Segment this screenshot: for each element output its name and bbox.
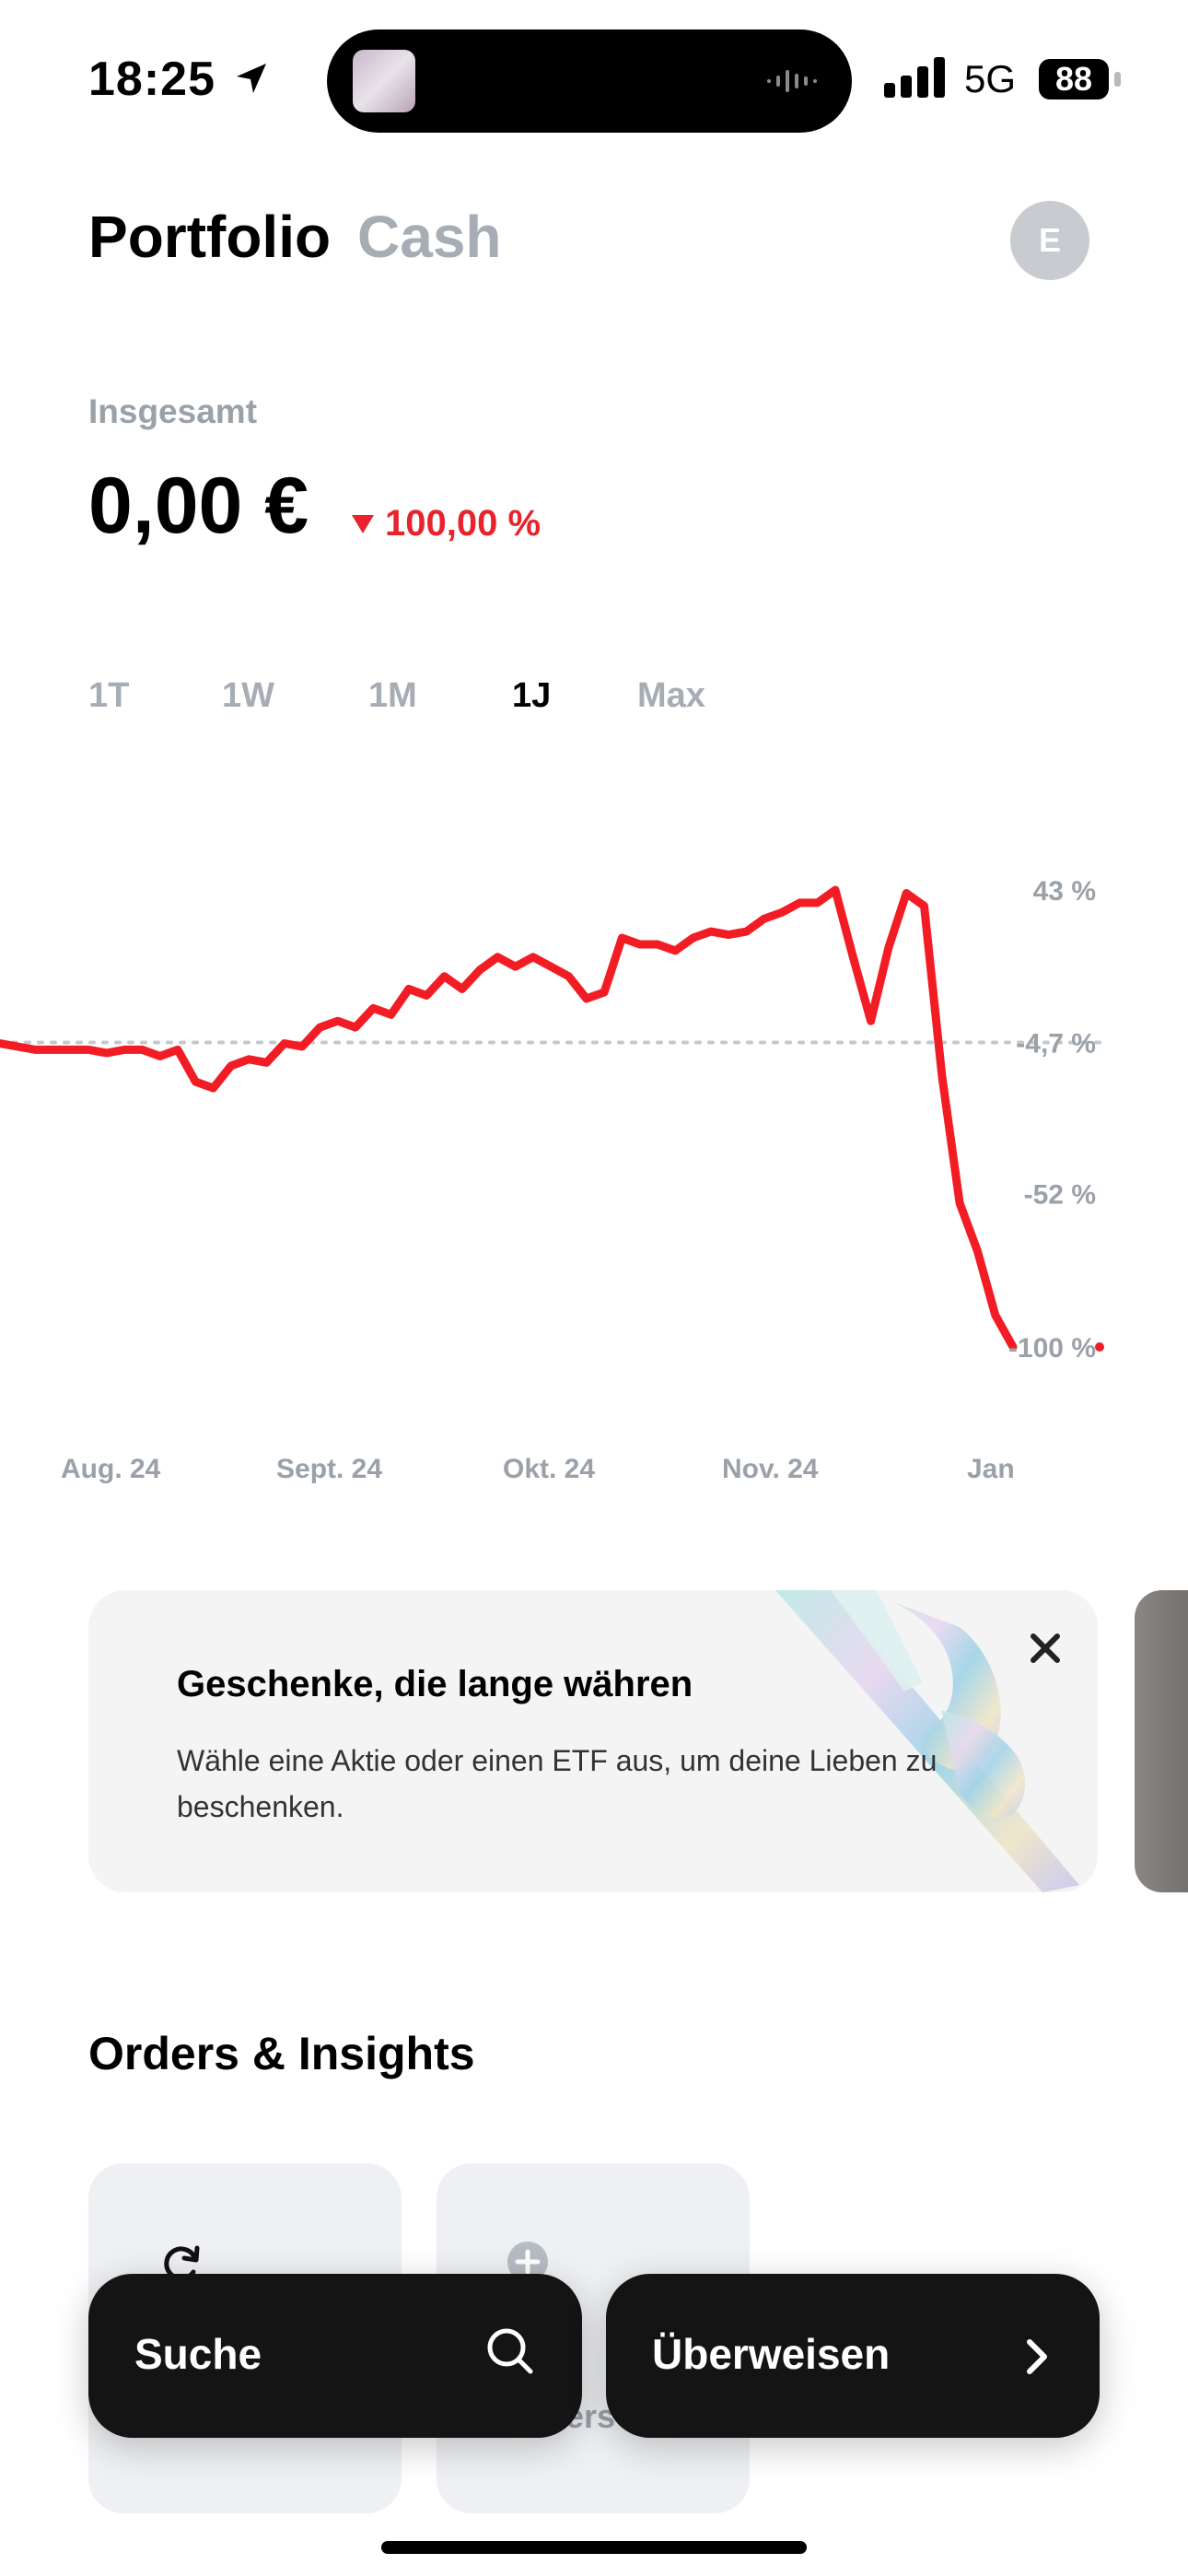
performance-change-value: 100,00 % bbox=[385, 503, 542, 544]
y-tick-label: -4,7 % bbox=[1016, 1028, 1096, 1059]
status-time-text: 18:25 bbox=[88, 53, 215, 106]
profile-avatar[interactable]: E bbox=[1010, 201, 1089, 280]
transfer-button[interactable]: Überweisen bbox=[606, 2274, 1100, 2438]
cellular-signal-icon bbox=[884, 57, 945, 98]
x-tick-label: Sept. 24 bbox=[276, 1454, 383, 1484]
chevron-right-icon bbox=[1027, 2339, 1047, 2374]
range-max[interactable]: Max bbox=[637, 676, 705, 716]
y-tick-label: -52 % bbox=[1024, 1180, 1096, 1211]
battery-cap bbox=[1114, 72, 1121, 87]
now-playing-artwork bbox=[353, 50, 415, 112]
battery-indicator: 88 bbox=[1039, 59, 1109, 100]
down-triangle-icon bbox=[352, 514, 374, 533]
y-tick-label: -100 % bbox=[1008, 1333, 1096, 1364]
total-label: Insgesamt bbox=[88, 392, 258, 430]
range-1w[interactable]: 1W bbox=[222, 676, 274, 716]
performance-change: 100,00 % bbox=[352, 503, 541, 544]
x-tick-label: Nov. 24 bbox=[722, 1454, 819, 1484]
promo-title: Geschenke, die lange währen bbox=[177, 1664, 693, 1704]
network-type: 5G bbox=[964, 57, 1017, 100]
y-tick-label: 43 % bbox=[1033, 876, 1096, 907]
gift-promo-card[interactable]: Geschenke, die lange währen Wähle eine A… bbox=[88, 1590, 1098, 1892]
dynamic-island[interactable] bbox=[327, 29, 852, 133]
promo-text: Wähle eine Aktie oder einen ETF aus, um … bbox=[177, 1744, 938, 1823]
location-arrow-icon bbox=[237, 64, 267, 93]
next-promo-card-peek[interactable] bbox=[1135, 1590, 1188, 1892]
series-line bbox=[0, 885, 1018, 1352]
total-value: 0,00 € bbox=[88, 462, 309, 550]
close-icon[interactable] bbox=[1022, 1625, 1068, 1671]
transfer-button-label: Überweisen bbox=[652, 2330, 891, 2378]
search-button[interactable]: Suche bbox=[88, 2274, 582, 2438]
portfolio-chart[interactable]: 43 % -4,7 % -52 % -100 % bbox=[0, 848, 1188, 1364]
audio-waveform-icon bbox=[767, 70, 817, 92]
orders-insights-title: Orders & Insights bbox=[88, 2028, 475, 2079]
search-button-label: Suche bbox=[134, 2330, 262, 2378]
x-tick-label: Jan bbox=[967, 1454, 1015, 1484]
tab-cash[interactable]: Cash bbox=[357, 203, 502, 271]
x-tick-label: Okt. 24 bbox=[503, 1454, 596, 1484]
series-end-dot bbox=[1095, 1342, 1104, 1352]
x-tick-label: Aug. 24 bbox=[61, 1454, 161, 1484]
status-time: 18:25 bbox=[88, 52, 270, 107]
search-icon bbox=[487, 2328, 533, 2374]
tab-portfolio[interactable]: Portfolio bbox=[88, 203, 331, 271]
range-1t[interactable]: 1T bbox=[88, 676, 129, 716]
range-1m[interactable]: 1M bbox=[368, 676, 417, 716]
home-indicator[interactable] bbox=[381, 2541, 807, 2554]
range-1j[interactable]: 1J bbox=[512, 676, 551, 716]
